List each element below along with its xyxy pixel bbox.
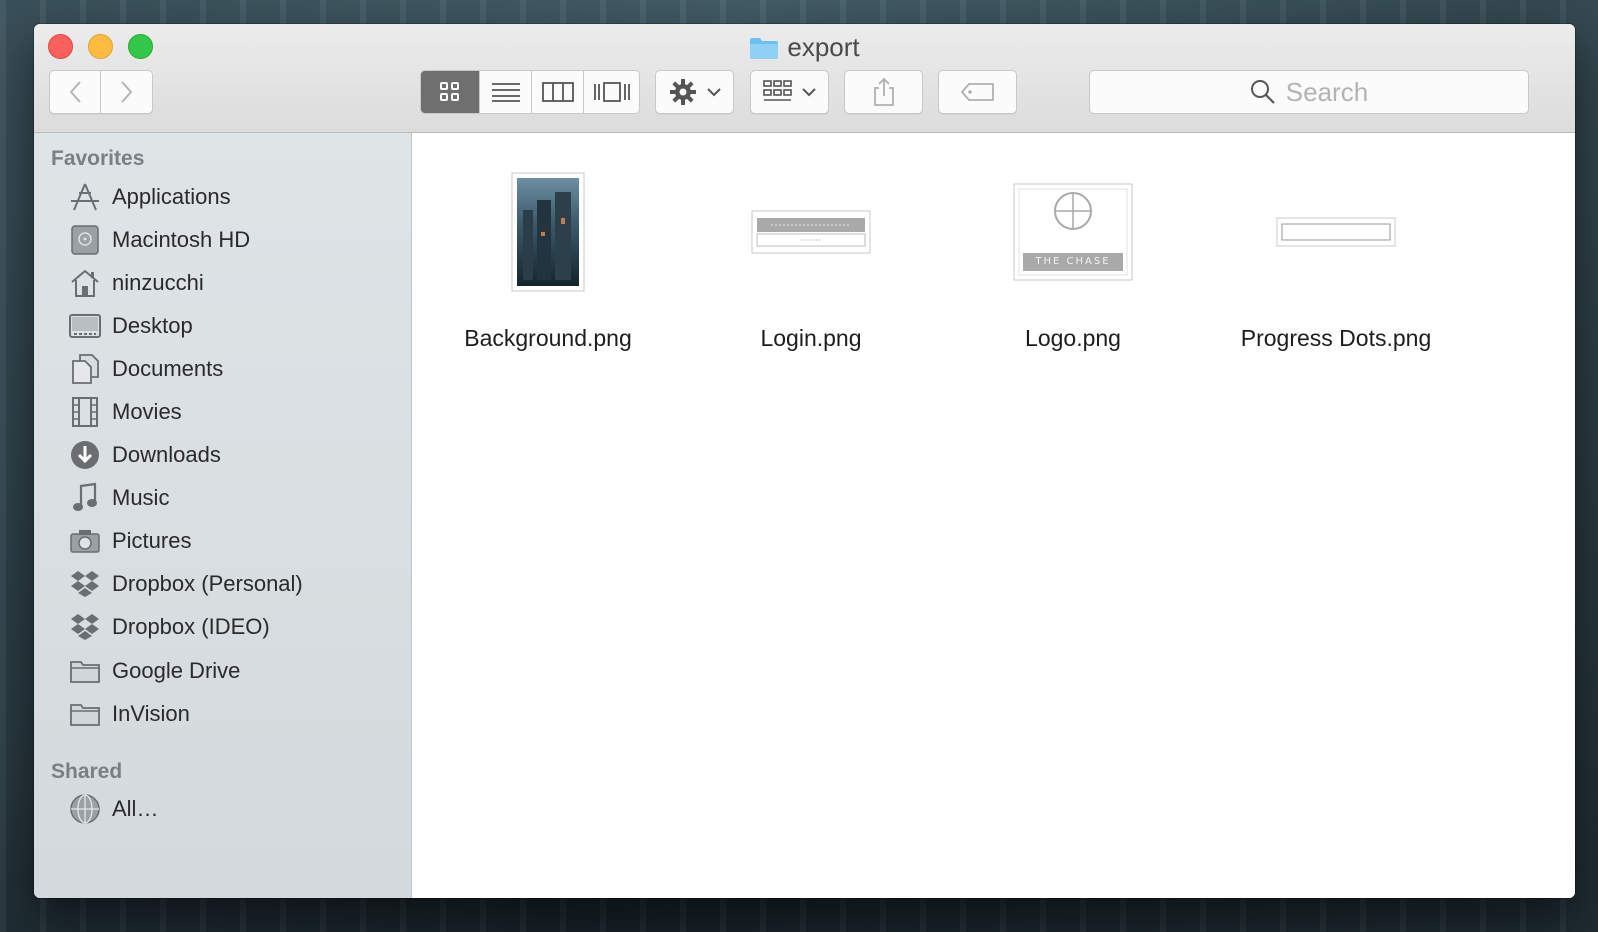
sidebar-item-applications[interactable]: Applications xyxy=(68,177,231,217)
sidebar-item-movies[interactable]: Movies xyxy=(68,392,182,432)
cover-flow-button[interactable] xyxy=(584,71,639,113)
file-name: Logo.png xyxy=(1025,325,1121,351)
arrange-menu-button[interactable] xyxy=(750,70,829,114)
sidebar-item-macintosh-hd[interactable]: Macintosh HD xyxy=(68,220,250,260)
sidebar-item-label: ninzucchi xyxy=(112,270,204,295)
sidebar-item-label: Music xyxy=(112,485,170,510)
file-name: Login.png xyxy=(760,325,862,351)
chevron-left-icon xyxy=(69,81,81,103)
sidebar-item-desktop[interactable]: Desktop xyxy=(68,306,193,346)
sidebar-item-dropbox-personal[interactable]: Dropbox (Personal) xyxy=(68,564,303,604)
columns-icon xyxy=(541,82,574,102)
sidebar-item-music[interactable]: Music xyxy=(68,478,169,518)
arrange-grid-icon xyxy=(762,80,792,101)
sidebar-item-google-drive[interactable]: Google Drive xyxy=(68,651,240,691)
share-button[interactable] xyxy=(844,70,923,114)
chevron-right-icon xyxy=(120,81,132,103)
folder-icon xyxy=(68,654,102,688)
sidebar-item-invision[interactable]: InVision xyxy=(68,694,190,734)
tag-icon xyxy=(960,83,994,101)
file-item[interactable]: Progress Dots.png xyxy=(1216,147,1456,352)
search-field[interactable]: Search xyxy=(1089,70,1529,114)
file-browser: Background.png Login.png THE CHASE Logo.… xyxy=(412,133,1575,898)
applications-icon xyxy=(68,180,102,214)
titlebar: export Search xyxy=(34,24,1575,133)
file-thumbnail xyxy=(428,147,668,317)
sidebar-item-label: Desktop xyxy=(112,313,193,338)
search-icon xyxy=(1250,80,1275,104)
sidebar-item-label: Downloads xyxy=(112,442,221,467)
network-globe-icon xyxy=(68,792,102,826)
sidebar-item-ninzucchi[interactable]: ninzucchi xyxy=(68,263,204,303)
file-name: Progress Dots.png xyxy=(1240,325,1432,351)
dropbox-icon xyxy=(68,610,102,644)
camera-icon xyxy=(68,524,102,558)
sidebar-item-documents[interactable]: Documents xyxy=(68,349,223,389)
download-icon xyxy=(68,438,102,472)
sidebar-item-label: Dropbox (IDEO) xyxy=(112,614,270,639)
folder-icon xyxy=(68,697,102,731)
desktop-icon xyxy=(68,309,102,343)
cover-flow-icon xyxy=(593,82,630,102)
window-title: export xyxy=(34,32,1575,62)
sidebar-item-label: Google Drive xyxy=(112,658,241,683)
file-name: Background.png xyxy=(464,325,632,351)
finder-window: export Search Favorites Applications Mac… xyxy=(34,24,1575,898)
sidebar-item-label: Dropbox (Personal) xyxy=(112,571,303,596)
logo-thumbnail: THE CHASE xyxy=(1013,183,1133,281)
folder-icon xyxy=(749,36,779,66)
sidebar-item-label: All… xyxy=(112,796,159,821)
sidebar-item-label: Movies xyxy=(112,399,182,424)
file-thumbnail xyxy=(1216,147,1456,317)
chevron-down-icon xyxy=(706,88,721,97)
sidebar-item-label: Pictures xyxy=(112,528,192,553)
sidebar-item-pictures[interactable]: Pictures xyxy=(68,521,191,561)
hard-drive-icon xyxy=(68,223,102,257)
film-icon xyxy=(68,395,102,429)
favorites-heading: Favorites xyxy=(51,147,145,170)
dropbox-icon xyxy=(68,567,102,601)
search-placeholder: Search xyxy=(1285,76,1369,107)
file-item[interactable]: THE CHASE Logo.png xyxy=(953,147,1193,352)
view-mode-selector xyxy=(420,70,640,114)
file-item[interactable]: Login.png xyxy=(691,147,931,352)
share-icon xyxy=(873,77,894,106)
forward-button[interactable] xyxy=(101,70,153,114)
sidebar-item-dropbox-ideo[interactable]: Dropbox (IDEO) xyxy=(68,607,270,647)
file-thumbnail: THE CHASE xyxy=(953,147,1193,317)
sidebar-item-label: InVision xyxy=(112,701,190,726)
column-view-button[interactable] xyxy=(532,71,584,113)
documents-icon xyxy=(68,352,102,386)
list-icon xyxy=(491,83,520,102)
sidebar-item-label: Applications xyxy=(112,184,231,209)
sidebar: Favorites Applications Macintosh HD ninz… xyxy=(34,133,412,898)
grid-icon xyxy=(440,82,459,101)
file-thumbnail xyxy=(691,147,931,317)
tags-button[interactable] xyxy=(938,70,1017,114)
chevron-down-icon xyxy=(801,88,816,97)
shared-heading: Shared xyxy=(51,760,123,783)
gear-icon xyxy=(669,79,696,105)
window-title-text: export xyxy=(787,32,860,62)
action-menu-button[interactable] xyxy=(655,70,734,114)
sidebar-item-downloads[interactable]: Downloads xyxy=(68,435,221,475)
icon-view-button[interactable] xyxy=(421,71,480,113)
sidebar-item-all-shared[interactable]: All… xyxy=(68,789,158,829)
back-button[interactable] xyxy=(49,70,101,114)
sidebar-item-label: Documents xyxy=(112,356,224,381)
list-view-button[interactable] xyxy=(480,71,532,113)
sidebar-item-label: Macintosh HD xyxy=(112,227,251,252)
file-item[interactable]: Background.png xyxy=(428,147,668,352)
logo-thumb-text: THE CHASE xyxy=(1035,256,1111,267)
music-note-icon xyxy=(68,481,102,515)
home-icon xyxy=(68,266,102,300)
